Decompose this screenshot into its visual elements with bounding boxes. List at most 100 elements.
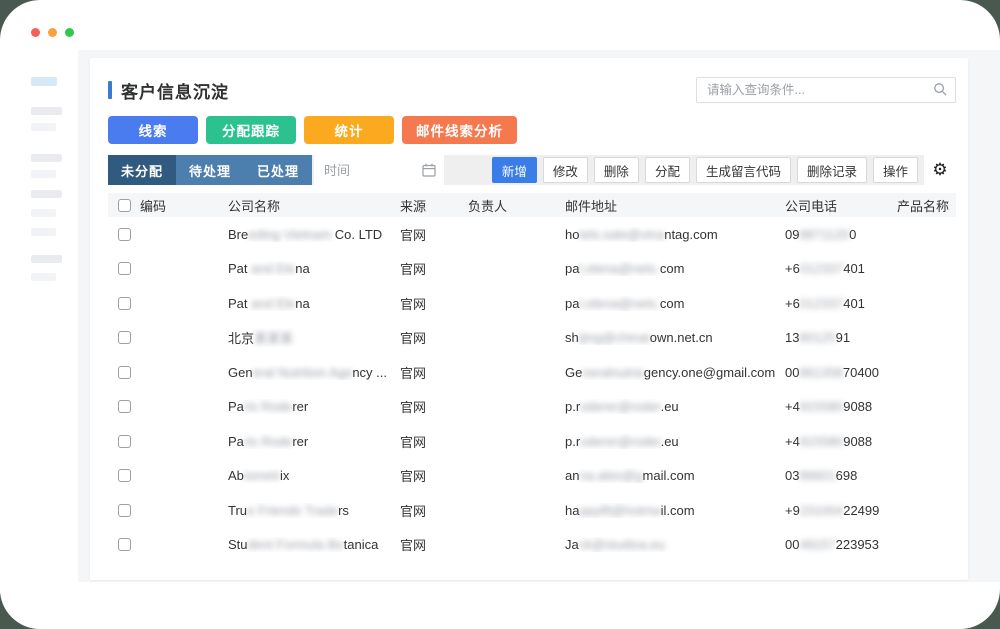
sidebar-item[interactable] (31, 273, 56, 281)
main-area: 客户信息沉淀 线索分配跟踪统计邮件线索分析 未分配待处理已处理 (78, 50, 1000, 582)
gear-icon[interactable]: ⚙ (924, 155, 956, 185)
column-header: 邮件地址 (565, 196, 785, 215)
source-cell: 官网 (400, 363, 468, 382)
filter-tab-1[interactable]: 未分配 (108, 155, 176, 185)
sidebar-item[interactable] (31, 228, 56, 236)
toolbar-button-1[interactable]: 新增 (492, 157, 537, 183)
search-icon[interactable] (933, 82, 948, 97)
window-controls (31, 28, 74, 37)
filter-tabs: 未分配待处理已处理 (108, 155, 444, 185)
company-cell: Pat and Elena (228, 261, 400, 276)
row-checkbox[interactable] (118, 469, 131, 482)
sidebar (0, 50, 78, 610)
select-all-checkbox[interactable] (118, 199, 131, 212)
table-row: Abiometrix官网anna.abio@gmail.com038660169… (108, 459, 956, 494)
toolbar-button-3[interactable]: 删除 (594, 157, 639, 183)
phone-cell: +49155809088 (785, 399, 897, 414)
table-row: Breeding Vietnam Co. LTD官网hotels.sale@vi… (108, 217, 956, 252)
sidebar-item-active[interactable] (31, 77, 57, 86)
calendar-icon[interactable] (422, 163, 436, 177)
company-cell: Student Formula Botanica (228, 537, 400, 552)
row-checkbox-cell (108, 435, 140, 448)
app-window: 客户信息沉淀 线索分配跟踪统计邮件线索分析 未分配待处理已处理 (0, 0, 1000, 629)
row-checkbox[interactable] (118, 262, 131, 275)
source-cell: 官网 (400, 259, 468, 278)
sidebar-item[interactable] (31, 154, 62, 162)
row-checkbox-cell (108, 262, 140, 275)
column-header: 负责人 (468, 196, 565, 215)
company-cell: Paris Roderer (228, 434, 400, 449)
source-cell: 官网 (400, 328, 468, 347)
company-cell: 北京某某某 (228, 328, 400, 347)
toolbar-button-2[interactable]: 修改 (543, 157, 588, 183)
toolbar-button-7[interactable]: 操作 (873, 157, 918, 183)
row-checkbox-cell (108, 400, 140, 413)
search-input[interactable] (696, 77, 956, 103)
table-row: 北京某某某官网shijing@chinatown.net.cn138012591 (108, 321, 956, 356)
source-cell: 官网 (400, 466, 468, 485)
nav-button-4[interactable]: 邮件线索分析 (402, 116, 517, 144)
email-cell: shijing@chinatown.net.cn (565, 330, 785, 345)
row-checkbox[interactable] (118, 504, 131, 517)
filter-tab-3[interactable]: 已处理 (244, 155, 312, 185)
title-accent-bar (108, 81, 112, 99)
row-checkbox[interactable] (118, 400, 131, 413)
email-cell: anna.abio@gmail.com (565, 468, 785, 483)
page-title: 客户信息沉淀 (121, 78, 229, 103)
toolbar-buttons: 新增修改删除分配生成留言代码删除记录操作 (492, 157, 918, 183)
sidebar-item[interactable] (31, 170, 56, 178)
row-checkbox[interactable] (118, 435, 131, 448)
email-cell: p.roderer@roder.eu (565, 399, 785, 414)
nav-button-2[interactable]: 分配跟踪 (206, 116, 296, 144)
email-cell: Generalnutriagency.one@gmail.com (565, 365, 785, 380)
row-checkbox[interactable] (118, 297, 131, 310)
phone-cell: +49155809088 (785, 434, 897, 449)
sidebar-item[interactable] (31, 107, 62, 115)
table-body: Breeding Vietnam Co. LTD官网hotels.sale@vi… (108, 217, 956, 562)
email-cell: pat.elena@nets.com (565, 296, 785, 311)
toolbar-button-6[interactable]: 删除记录 (797, 157, 867, 183)
row-checkbox[interactable] (118, 331, 131, 344)
column-header: 产品名称 (897, 196, 956, 215)
minimize-window-icon[interactable] (48, 28, 57, 37)
toolbar: 新增修改删除分配生成留言代码删除记录操作 ⚙ (492, 155, 956, 185)
table-header-row: 编码公司名称来源负责人邮件地址公司电话产品名称 (108, 193, 956, 217)
sidebar-item[interactable] (31, 190, 62, 198)
nav-button-1[interactable]: 线索 (108, 116, 198, 144)
email-cell: happytft@hotmail.com (565, 503, 785, 518)
row-checkbox[interactable] (118, 538, 131, 551)
row-checkbox[interactable] (118, 366, 131, 379)
table-row: True Friends Traders官网happytft@hotmail.c… (108, 493, 956, 528)
filter-tab-2[interactable]: 待处理 (176, 155, 244, 185)
phone-cell: 0086135870400 (785, 365, 897, 380)
source-cell: 官网 (400, 397, 468, 416)
date-filter (314, 155, 444, 185)
phone-cell: 0386601698 (785, 468, 897, 483)
row-checkbox-cell (108, 297, 140, 310)
sidebar-item[interactable] (31, 255, 62, 263)
company-cell: Pat and Elena (228, 296, 400, 311)
zoom-window-icon[interactable] (65, 28, 74, 37)
toolbar-button-5[interactable]: 生成留言代码 (696, 157, 791, 183)
content-card: 客户信息沉淀 线索分配跟踪统计邮件线索分析 未分配待处理已处理 (90, 58, 968, 580)
search-box (696, 77, 956, 103)
column-header: 编码 (140, 196, 228, 215)
row-checkbox-cell (108, 504, 140, 517)
nav-button-3[interactable]: 统计 (304, 116, 394, 144)
phone-cell: 0988711200 (785, 227, 897, 242)
table-row: Pat and Elena官网 pat.elena@nets.com+601233… (108, 286, 956, 321)
source-cell: 官网 (400, 294, 468, 313)
phone-cell: +6012337401 (785, 296, 897, 311)
row-checkbox-cell (108, 228, 140, 241)
close-window-icon[interactable] (31, 28, 40, 37)
toolbar-button-4[interactable]: 分配 (645, 157, 690, 183)
source-cell: 官网 (400, 432, 468, 451)
row-checkbox[interactable] (118, 228, 131, 241)
row-checkbox-cell (108, 469, 140, 482)
column-header: 公司名称 (228, 196, 400, 215)
phone-cell: +6012337401 (785, 261, 897, 276)
sidebar-item[interactable] (31, 209, 56, 217)
table-row: Pat and Elena官网pat.elena@nets.com+601233… (108, 252, 956, 287)
sidebar-item[interactable] (31, 123, 56, 131)
source-cell: 官网 (400, 501, 468, 520)
